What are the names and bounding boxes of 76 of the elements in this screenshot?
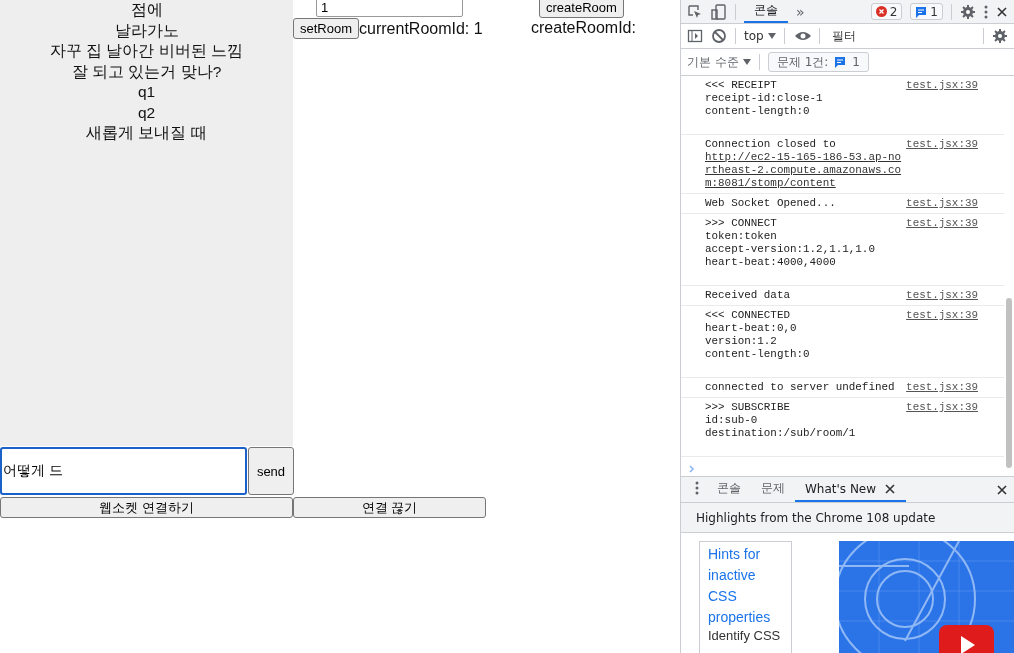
caret-icon <box>767 33 776 39</box>
source-link[interactable]: test.jsx:39 <box>906 217 978 230</box>
log-line: heart-beat:0,0 <box>705 322 797 335</box>
create-room-label: createRoomId: <box>531 19 636 37</box>
drawer-tab[interactable]: 문제 <box>751 477 795 502</box>
log-line: connected to server undefined <box>705 381 895 394</box>
chat-message: 새롭게 보내질 때 <box>86 123 207 143</box>
create-room-button[interactable]: createRoom <box>539 0 624 18</box>
log-level-selector[interactable]: 기본 수준 <box>687 53 751 71</box>
chat-message: 자꾸 집 날아간 비버된 느낌 <box>49 41 244 61</box>
scrollbar[interactable] <box>1006 298 1012 468</box>
inspect-icon[interactable] <box>687 3 703 20</box>
more-options-icon[interactable] <box>695 481 699 495</box>
log-line: id:sub-0 <box>705 414 758 427</box>
more-tabs-button[interactable]: » <box>796 3 805 20</box>
message-input[interactable]: 어떻게 드 <box>0 447 247 495</box>
source-link[interactable]: test.jsx:39 <box>906 401 978 414</box>
log-line: <<< RECEIPT <box>705 79 777 92</box>
connect-button[interactable]: 웹소켓 연결하기 <box>0 497 293 518</box>
issues-label: 문제 1건: <box>776 53 829 71</box>
issues-button[interactable]: 문제 1건: 1 <box>767 52 869 72</box>
message-count: 1 <box>930 4 938 19</box>
issues-count: 1 <box>852 55 860 69</box>
chat-message: 점에 <box>130 0 163 20</box>
log-line: >>> SUBSCRIBE <box>705 401 790 414</box>
prompt-icon <box>689 465 695 473</box>
log-line: content-length:0 <box>705 105 810 118</box>
sidebar-toggle-icon[interactable] <box>687 28 703 44</box>
room-input[interactable]: 1 <box>316 0 463 17</box>
current-room-label: currentRoomId: 1 <box>359 19 483 38</box>
source-link[interactable]: test.jsx:39 <box>906 79 978 92</box>
caret-icon <box>742 59 751 65</box>
log-line: heart-beat:4000,4000 <box>705 256 836 269</box>
close-tab-icon[interactable] <box>884 482 897 495</box>
log-line: <<< CONNECTED <box>705 309 790 322</box>
log-line: >>> CONNECT <box>705 217 777 230</box>
source-link[interactable]: test.jsx:39 <box>906 289 978 302</box>
url-link[interactable]: http://ec2-15-165-186-53.ap-northeast-2.compute.amazonaws.com:8081/stomp/content <box>705 151 903 190</box>
disconnect-button[interactable]: 연결 끊기 <box>293 497 486 518</box>
message-icon <box>915 5 928 18</box>
log-line: token:token <box>705 230 777 243</box>
send-button[interactable]: send <box>248 447 294 495</box>
set-room-button[interactable]: setRoom <box>293 18 360 39</box>
source-link[interactable]: test.jsx:39 <box>906 138 978 151</box>
error-count: 2 <box>889 4 898 19</box>
chat-message: q1 <box>137 82 156 102</box>
clear-console-icon[interactable] <box>711 28 727 44</box>
settings-icon[interactable] <box>960 3 976 20</box>
log-line: Connection closed to <box>705 138 837 151</box>
log-line: accept-version:1.2,1.1,1.0 <box>705 243 875 256</box>
device-icon[interactable] <box>711 3 727 20</box>
message-badge[interactable]: 1 <box>910 3 943 20</box>
log-line: version:1.2 <box>705 335 777 348</box>
feature-description: Identify CSS <box>708 628 782 643</box>
whats-new-banner: Highlights from the Chrome 108 update <box>681 503 1014 533</box>
more-options-icon[interactable] <box>984 4 988 19</box>
chat-message: 잘 되고 있는거 맞나? <box>71 61 222 82</box>
message-icon <box>834 56 847 68</box>
source-link[interactable]: test.jsx:39 <box>906 381 978 394</box>
log-line: Received data <box>705 289 790 302</box>
source-link[interactable]: test.jsx:39 <box>906 197 978 210</box>
error-icon <box>875 6 887 17</box>
source-link[interactable]: test.jsx:39 <box>906 309 978 322</box>
chat-message: q2 <box>137 102 156 123</box>
error-badge[interactable]: 2 <box>870 3 903 20</box>
drawer-tab[interactable]: 콘솔 <box>707 477 751 502</box>
feature-link[interactable]: Hints for inactive CSS properties <box>708 544 783 628</box>
log-line: destination:/sub/room/1 <box>705 427 856 440</box>
close-drawer-icon[interactable] <box>996 483 1008 496</box>
log-line: Web Socket Opened... <box>705 197 836 210</box>
log-line: content-length:0 <box>705 348 810 361</box>
close-icon[interactable] <box>996 5 1008 18</box>
chat-message: 날라가노 <box>114 20 179 41</box>
context-selector[interactable]: top <box>744 29 776 43</box>
settings-icon[interactable] <box>992 28 1008 44</box>
log-line: receipt-id:close-1 <box>705 92 823 105</box>
